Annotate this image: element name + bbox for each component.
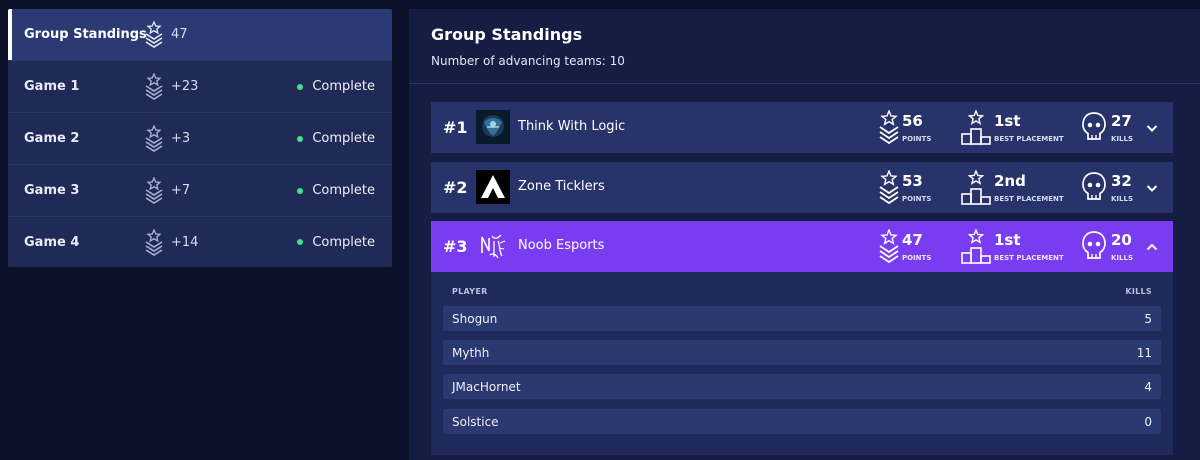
status-dot-icon (297, 187, 304, 194)
sidebar-item-points: 47 (171, 27, 188, 42)
sidebar-item-label: Game 4 (24, 234, 80, 250)
sidebar-item-game-3[interactable]: Game 3 +7 Complete (8, 165, 392, 217)
kills-label: KILLS (1111, 195, 1133, 203)
team-logo-think-with-logic (476, 110, 510, 144)
rank-chevron-icon (145, 73, 163, 100)
chevron-up-icon[interactable] (1145, 240, 1159, 254)
sidebar-item-game-4[interactable]: Game 4 +14 Complete (8, 217, 392, 267)
rank-chevron-icon (145, 125, 163, 152)
status-label: Complete (312, 131, 375, 146)
status-dot-icon (297, 239, 304, 245)
panel-header: Group Standings Number of advancing team… (409, 9, 1200, 84)
sidebar-item-group-standings[interactable]: Group Standings 47 (8, 9, 392, 61)
player-kills-table: PLAYER KILLS Shogun 5 Mythh 11 JMacHorne… (431, 272, 1173, 455)
column-header-kills: KILLS (1125, 287, 1152, 296)
table-row: Solstice 0 (443, 409, 1161, 434)
sidebar-item-points: +23 (171, 79, 199, 94)
team-name: Think With Logic (518, 119, 626, 134)
sidebar-item-points: +3 (171, 131, 191, 146)
team-row-zone-ticklers[interactable]: #2 Zone Ticklers 53 POINTS 2nd BEST PLAC… (431, 162, 1173, 213)
rank-chevron-icon (145, 229, 163, 256)
sidebar-item-points: +7 (171, 183, 191, 198)
sidebar-item-game-1[interactable]: Game 1 +23 Complete (8, 61, 392, 113)
player-name: Shogun (452, 312, 498, 326)
status-dot-icon (297, 83, 304, 90)
points-rank-icon (879, 170, 899, 205)
player-name: JMacHornet (452, 380, 521, 394)
status-complete: Complete (297, 131, 375, 146)
standings-sidebar: Group Standings 47 Game 1 +23 Complete G… (8, 9, 392, 267)
team-logo-zone-ticklers (476, 170, 510, 204)
player-kills: 4 (1144, 380, 1152, 394)
team-row-think-with-logic[interactable]: #1 Think With Logic 56 POINTS 1st BEST P… (431, 102, 1173, 153)
player-name: Mythh (452, 346, 490, 360)
status-dot-icon (297, 135, 304, 142)
table-row: Mythh 11 (443, 340, 1161, 365)
team-row-noob-esports[interactable]: #3 Noob Esports 47 POINTS 1st BEST PLACE… (431, 221, 1173, 272)
rank-chevron-icon (145, 21, 163, 48)
status-complete: Complete (297, 183, 375, 198)
podium-star-icon (961, 110, 991, 145)
placement-value: 1st (994, 112, 1021, 130)
standings-panel: Group Standings Number of advancing team… (409, 9, 1200, 460)
points-rank-icon (879, 110, 899, 145)
points-value: 53 (902, 172, 923, 190)
sidebar-item-label: Group Standings (24, 27, 147, 42)
status-complete: Complete (297, 79, 375, 94)
sidebar-item-label: Game 2 (24, 131, 80, 146)
sidebar-item-game-2[interactable]: Game 2 +3 Complete (8, 113, 392, 165)
sidebar-item-points: +14 (171, 234, 199, 250)
chevron-down-icon[interactable] (1145, 181, 1159, 195)
status-complete: Complete (297, 235, 375, 250)
points-rank-icon (879, 229, 899, 264)
team-rank: #3 (443, 237, 468, 256)
team-name: Noob Esports (518, 238, 605, 253)
placement-label: BEST PLACEMENT (994, 135, 1064, 143)
table-row: Shogun 5 (443, 306, 1161, 331)
placement-value: 2nd (994, 172, 1026, 190)
points-value: 47 (902, 231, 923, 249)
kills-label: KILLS (1111, 254, 1133, 262)
status-label: Complete (312, 234, 375, 250)
player-kills: 5 (1144, 312, 1152, 326)
player-name: Solstice (452, 415, 499, 429)
chevron-down-icon[interactable] (1145, 121, 1159, 135)
points-value: 56 (902, 112, 923, 130)
player-kills: 11 (1136, 346, 1152, 360)
kills-value: 20 (1111, 231, 1132, 249)
column-header-player: PLAYER (452, 287, 488, 296)
team-name: Zone Ticklers (518, 179, 605, 194)
advancing-teams-note: Number of advancing teams: 10 (431, 54, 625, 68)
placement-label: BEST PLACEMENT (994, 195, 1064, 203)
podium-star-icon (961, 229, 991, 264)
kills-value: 27 (1111, 112, 1132, 130)
player-kills: 0 (1144, 415, 1152, 429)
sidebar-item-label: Game 3 (24, 183, 80, 198)
points-label: POINTS (902, 195, 932, 203)
skull-icon (1082, 112, 1106, 140)
table-row: JMacHornet 4 (443, 374, 1161, 399)
podium-star-icon (961, 170, 991, 205)
team-logo-noob-esports (481, 234, 506, 259)
skull-icon (1082, 172, 1106, 200)
kills-value: 32 (1111, 172, 1132, 190)
kills-label: KILLS (1111, 135, 1133, 143)
status-label: Complete (312, 183, 375, 198)
sidebar-item-label: Game 1 (24, 79, 80, 94)
page-title: Group Standings (431, 25, 583, 44)
rank-chevron-icon (145, 177, 163, 204)
status-label: Complete (312, 79, 375, 94)
team-rank: #1 (443, 118, 468, 137)
skull-icon (1082, 231, 1106, 259)
placement-label: BEST PLACEMENT (994, 254, 1064, 262)
points-label: POINTS (902, 254, 932, 262)
team-rank: #2 (443, 178, 468, 197)
placement-value: 1st (994, 231, 1021, 249)
points-label: POINTS (902, 135, 932, 143)
